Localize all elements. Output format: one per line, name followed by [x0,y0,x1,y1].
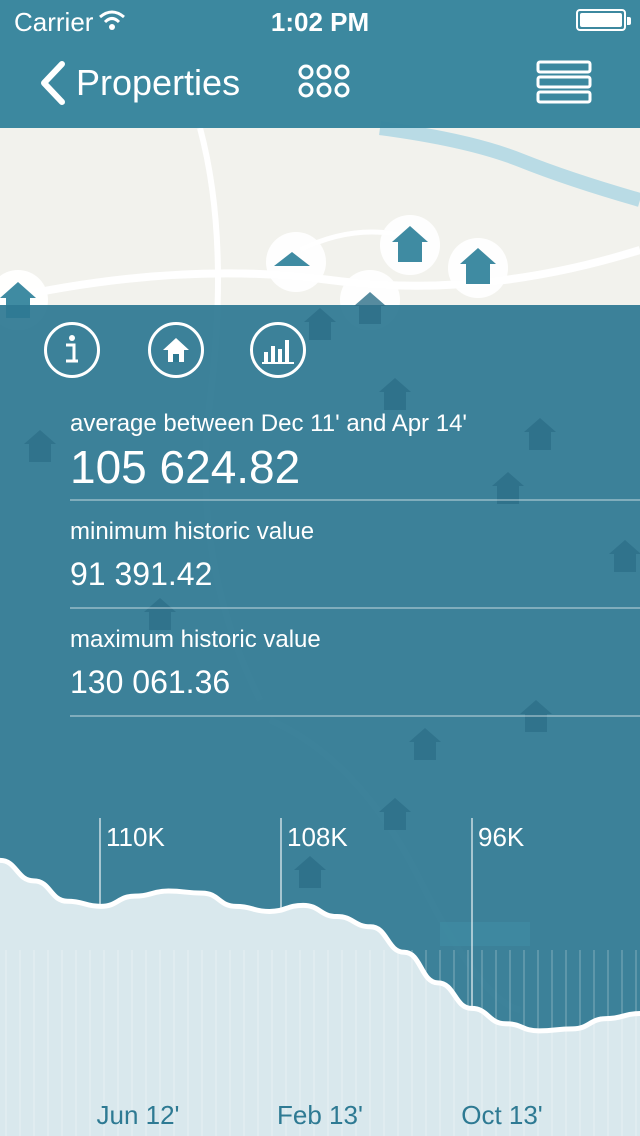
info-button[interactable] [44,322,100,378]
divider [70,607,640,609]
average-value: 105 624.82 [70,441,301,493]
status-bar: Carrier 1:02 PM [0,0,640,40]
nav-bar: Properties [0,40,640,128]
x-axis-label: Jun 12' [96,1100,179,1130]
minimum-label: minimum historic value [70,518,315,545]
info-icon [66,335,78,363]
menu-icon[interactable] [536,60,592,104]
average-label: average between Dec 11' and Apr 14' [70,410,467,437]
back-button[interactable]: Properties [38,58,240,108]
minimum-stat: minimum historic value 91 391.42 [70,518,640,593]
bar-chart-icon [262,340,294,364]
maximum-value: 130 061.36 [70,664,231,700]
navigation-header: Carrier 1:02 PM Properties [0,0,640,128]
average-stat: average between Dec 11' and Apr 14' 105 … [70,410,640,494]
x-axis-label: Feb 13' [277,1100,363,1130]
x-axis-label: Oct 13' [461,1100,543,1130]
chart-button[interactable] [250,322,306,378]
home-button[interactable] [148,322,204,378]
price-chart[interactable]: 110K 108K 96K Jun 12' Feb 13' Oct 13' [0,800,640,1136]
minimum-value: 91 391.42 [70,556,213,592]
chevron-left-icon [41,61,65,105]
chart-marker-label: 96K [478,822,525,852]
battery-icon [576,9,631,31]
home-icon [163,338,189,362]
divider [70,715,640,717]
chart-marker-label: 110K [106,822,165,852]
maximum-stat: maximum historic value 130 061.36 [70,626,640,701]
maximum-label: maximum historic value [70,626,321,653]
divider [70,499,640,501]
status-time: 1:02 PM [270,7,370,37]
grid-icon[interactable] [296,62,352,100]
back-button-label: Properties [76,62,241,103]
chart-marker-label: 108K [287,822,348,852]
chart-area [0,860,640,1136]
